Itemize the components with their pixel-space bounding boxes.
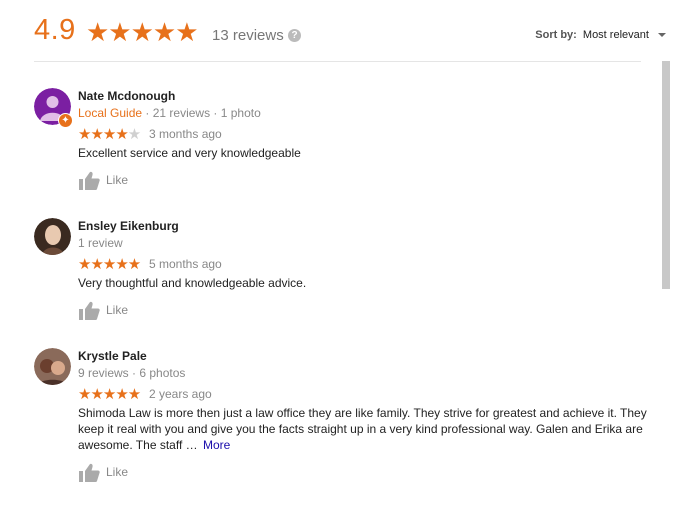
- thumbs-up-icon: [79, 171, 100, 190]
- like-button[interactable]: Like: [78, 463, 128, 483]
- review-text: Excellent service and very knowledgeable: [78, 146, 301, 160]
- like-label: Like: [106, 465, 129, 480]
- reviewer-name[interactable]: Ensley Eikenburg: [78, 219, 179, 233]
- header-divider: [34, 61, 641, 62]
- reviewer-stats: 1 review: [78, 236, 123, 250]
- review-stars: ★★★★★: [78, 256, 141, 273]
- review-time: 3 months ago: [149, 127, 222, 141]
- average-rating: 4.9: [34, 14, 76, 46]
- sort-value[interactable]: Most relevant: [583, 29, 649, 41]
- reviews-header: 4.9 ★★★★★ 13 reviews ? Sort by: Most rel…: [0, 0, 693, 62]
- like-button[interactable]: Like: [78, 301, 128, 321]
- average-stars: ★★★★★: [86, 17, 199, 47]
- review-text: Shimoda Law is more then just a law offi…: [78, 405, 648, 453]
- local-guide-badge-icon: ✦: [58, 113, 73, 128]
- local-guide-label: Local Guide: [78, 106, 143, 120]
- scrollbar[interactable]: [662, 61, 670, 289]
- like-label: Like: [106, 303, 129, 318]
- avatar[interactable]: [34, 348, 71, 385]
- reviewer-name[interactable]: Nate Mcdonough: [78, 89, 175, 103]
- chevron-down-icon[interactable]: [658, 33, 666, 38]
- reviewer-meta: Local Guide · 21 reviews · 1 photo: [78, 106, 261, 120]
- thumbs-up-icon: [79, 463, 100, 482]
- like-label: Like: [106, 173, 129, 188]
- thumbs-up-icon: [79, 301, 100, 320]
- reviewer-name[interactable]: Krystle Pale: [78, 349, 147, 363]
- review-count[interactable]: 13 reviews: [212, 27, 284, 44]
- like-button[interactable]: Like: [78, 171, 128, 191]
- help-icon[interactable]: ?: [288, 29, 301, 42]
- sort-dropdown[interactable]: Sort by: Most relevant: [535, 29, 666, 41]
- reviewer-stats: 9 reviews · 6 photos: [78, 366, 186, 380]
- review-text: Very thoughtful and knowledgeable advice…: [78, 276, 307, 290]
- stars-off: ★: [127, 126, 141, 143]
- avatar[interactable]: [34, 218, 71, 255]
- sort-label: Sort by:: [535, 29, 577, 41]
- stars-on: ★★★★: [78, 126, 129, 143]
- review-time: 2 years ago: [149, 387, 212, 401]
- review-time: 5 months ago: [149, 257, 222, 271]
- review-stars: ★★★★★: [78, 125, 141, 143]
- more-link[interactable]: More: [203, 438, 230, 452]
- review-stars: ★★★★★: [78, 386, 141, 403]
- reviewer-stats: · 21 reviews · 1 photo: [142, 106, 261, 120]
- review-text-body: Shimoda Law is more then just a law offi…: [78, 406, 647, 452]
